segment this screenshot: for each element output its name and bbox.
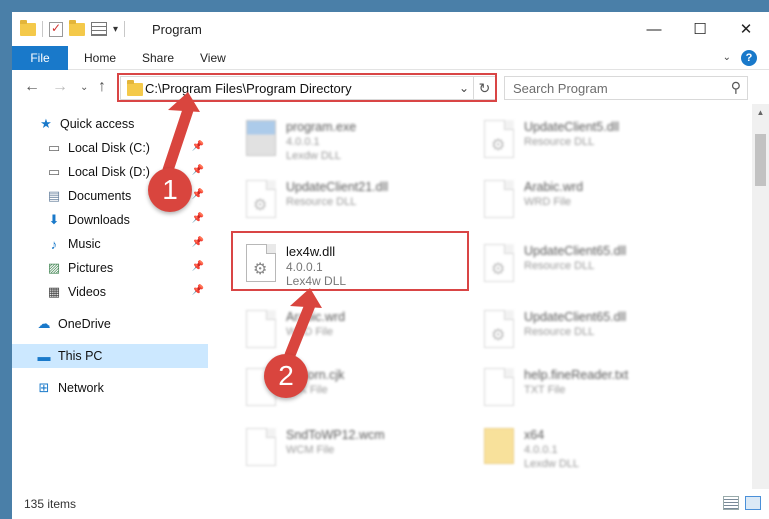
minimize-button[interactable]: —: [631, 12, 677, 46]
title-bar: ▾ Program — ☐ ✕: [12, 12, 769, 46]
dll-icon: ⚙: [246, 180, 276, 218]
window-controls: — ☐ ✕: [631, 12, 769, 46]
pin-icon: 📌: [191, 141, 204, 152]
properties-icon[interactable]: [49, 21, 63, 37]
up-arrow-icon[interactable]: ↑: [98, 78, 106, 96]
sidebar-item-label: Local Disk (D:): [68, 165, 150, 179]
toolbar-divider: [124, 21, 126, 37]
sidebar-item-label: Pictures: [68, 261, 114, 275]
sidebar-item-label: Downloads: [68, 213, 130, 227]
search-box[interactable]: ⚲: [504, 76, 748, 100]
sidebar-item-videos[interactable]: ▦ Videos 📌: [12, 280, 208, 304]
drive-icon: ▭: [47, 140, 61, 155]
sidebar-item-quick-access[interactable]: ★ Quick access: [12, 112, 208, 136]
sidebar-item-local-disk-c[interactable]: ▭ Local Disk (C:) 📌: [12, 136, 208, 160]
sidebar-item-label: Quick access: [60, 117, 135, 131]
sidebar-item-label: Network: [58, 381, 104, 395]
back-arrow-icon[interactable]: ←: [24, 78, 40, 96]
status-bar: 135 items: [12, 489, 769, 519]
tab-home[interactable]: Home: [84, 46, 116, 70]
documents-icon: ▤: [47, 188, 61, 203]
search-icon[interactable]: ⚲: [731, 79, 741, 96]
sidebar-item-label: This PC: [58, 349, 103, 363]
tab-share[interactable]: Share: [142, 46, 174, 70]
file-tile[interactable]: x64 4.0.0.1 Lexdw DLL: [480, 420, 716, 480]
download-icon: ⬇: [48, 212, 60, 227]
sidebar-item-label: OneDrive: [58, 317, 111, 331]
drive-icon: ▭: [47, 164, 61, 179]
sidebar-item-label: Music: [68, 237, 101, 251]
sidebar-item-network[interactable]: ⊞ Network: [12, 376, 208, 400]
sidebar-item-this-pc[interactable]: ▬ This PC: [12, 344, 208, 368]
file-tile[interactable]: ⚙ UpdateClient65.dll Resource DLL: [480, 236, 716, 296]
toolbar-divider: [42, 21, 43, 37]
step-1-badge: 1: [148, 168, 192, 212]
sidebar-item-music[interactable]: ♪ Music 📌: [12, 232, 208, 256]
help-button[interactable]: ?: [741, 50, 757, 66]
file-tile[interactable]: Arabic.wrd WRD File: [480, 172, 716, 232]
details-view-icon[interactable]: [723, 496, 739, 510]
pin-icon: 📌: [191, 165, 204, 176]
vertical-scrollbar[interactable]: ▲: [752, 104, 769, 489]
forward-arrow-icon[interactable]: →: [52, 78, 68, 96]
network-icon: ⊞: [38, 380, 50, 395]
tab-file[interactable]: File: [12, 46, 68, 70]
navigation-pane: ★ Quick access ▭ Local Disk (C:) 📌 ▭ Loc…: [12, 104, 208, 489]
music-icon: ♪: [50, 236, 58, 252]
cloud-icon: ☁: [37, 316, 51, 331]
recent-locations-chevron-icon[interactable]: ⌄: [80, 82, 88, 93]
file-icon: [484, 368, 514, 406]
expand-ribbon-chevron-icon[interactable]: ⌄: [723, 52, 731, 63]
file-tile[interactable]: ⚙ UpdateClient21.dll Resource DLL: [242, 172, 478, 232]
view-options-icon[interactable]: [91, 22, 107, 36]
maximize-button[interactable]: ☐: [677, 12, 723, 46]
exe-icon: [246, 120, 276, 156]
scrollbar-thumb[interactable]: [755, 134, 766, 186]
quick-access-toolbar: ▾: [20, 19, 126, 37]
sidebar-item-downloads[interactable]: ⬇ Downloads 📌: [12, 208, 208, 232]
sidebar-item-label: Documents: [68, 189, 132, 203]
item-count: 135 items: [24, 497, 77, 511]
scroll-up-arrow-icon[interactable]: ▲: [752, 104, 769, 121]
pin-icon: 📌: [191, 213, 204, 224]
star-icon: ★: [40, 116, 52, 131]
file-tile[interactable]: SndToWP12.wcm WCM File: [242, 420, 478, 480]
close-button[interactable]: ✕: [723, 12, 769, 46]
new-folder-icon[interactable]: [69, 19, 85, 36]
file-tile[interactable]: ⚙ UpdateClient5.dll Resource DLL: [480, 112, 716, 172]
window-title: Program: [152, 22, 202, 37]
step-2-badge: 2: [264, 354, 308, 398]
search-input[interactable]: [513, 80, 713, 96]
file-icon: [246, 428, 276, 466]
tab-view[interactable]: View: [200, 46, 226, 70]
file-tile[interactable]: ⚙ UpdateClient65.dll Resource DLL: [480, 302, 716, 362]
sidebar-item-pictures[interactable]: ▨ Pictures 📌: [12, 256, 208, 280]
file-list: program.exe 4.0.0.1 Lexdw DLL ⚙ UpdateCl…: [208, 104, 769, 489]
pc-icon: ▬: [37, 348, 51, 364]
file-icon: [484, 180, 514, 218]
file-tile[interactable]: help.fineReader.txt TXT File: [480, 360, 716, 420]
pin-icon: 📌: [191, 285, 204, 296]
file-tile[interactable]: program.exe 4.0.0.1 Lexdw DLL: [242, 112, 478, 172]
sidebar-item-label: Local Disk (C:): [68, 141, 150, 155]
pin-icon: 📌: [191, 237, 204, 248]
file-highlight: [231, 231, 469, 291]
folder-icon: [484, 428, 514, 464]
sidebar-item-onedrive[interactable]: ☁ OneDrive: [12, 312, 208, 336]
ribbon-tabs: File Home Share View ⌄ ?: [12, 46, 769, 70]
dll-icon: ⚙: [484, 310, 514, 348]
sidebar-item-label: Videos: [68, 285, 106, 299]
dll-icon: ⚙: [484, 120, 514, 158]
file-tile[interactable]: Arabic.wrd WRD File: [242, 302, 478, 362]
pin-icon: 📌: [191, 189, 204, 200]
pin-icon: 📌: [191, 261, 204, 272]
address-bar-highlight: [117, 73, 497, 102]
pictures-icon: ▨: [47, 260, 61, 275]
folder-icon[interactable]: [20, 19, 36, 36]
videos-icon: ▦: [47, 284, 61, 299]
dll-icon: ⚙: [484, 244, 514, 282]
customize-toolbar-chevron-icon[interactable]: ▾: [113, 24, 118, 35]
large-icons-view-icon[interactable]: [745, 496, 761, 510]
file-icon: [246, 310, 276, 348]
